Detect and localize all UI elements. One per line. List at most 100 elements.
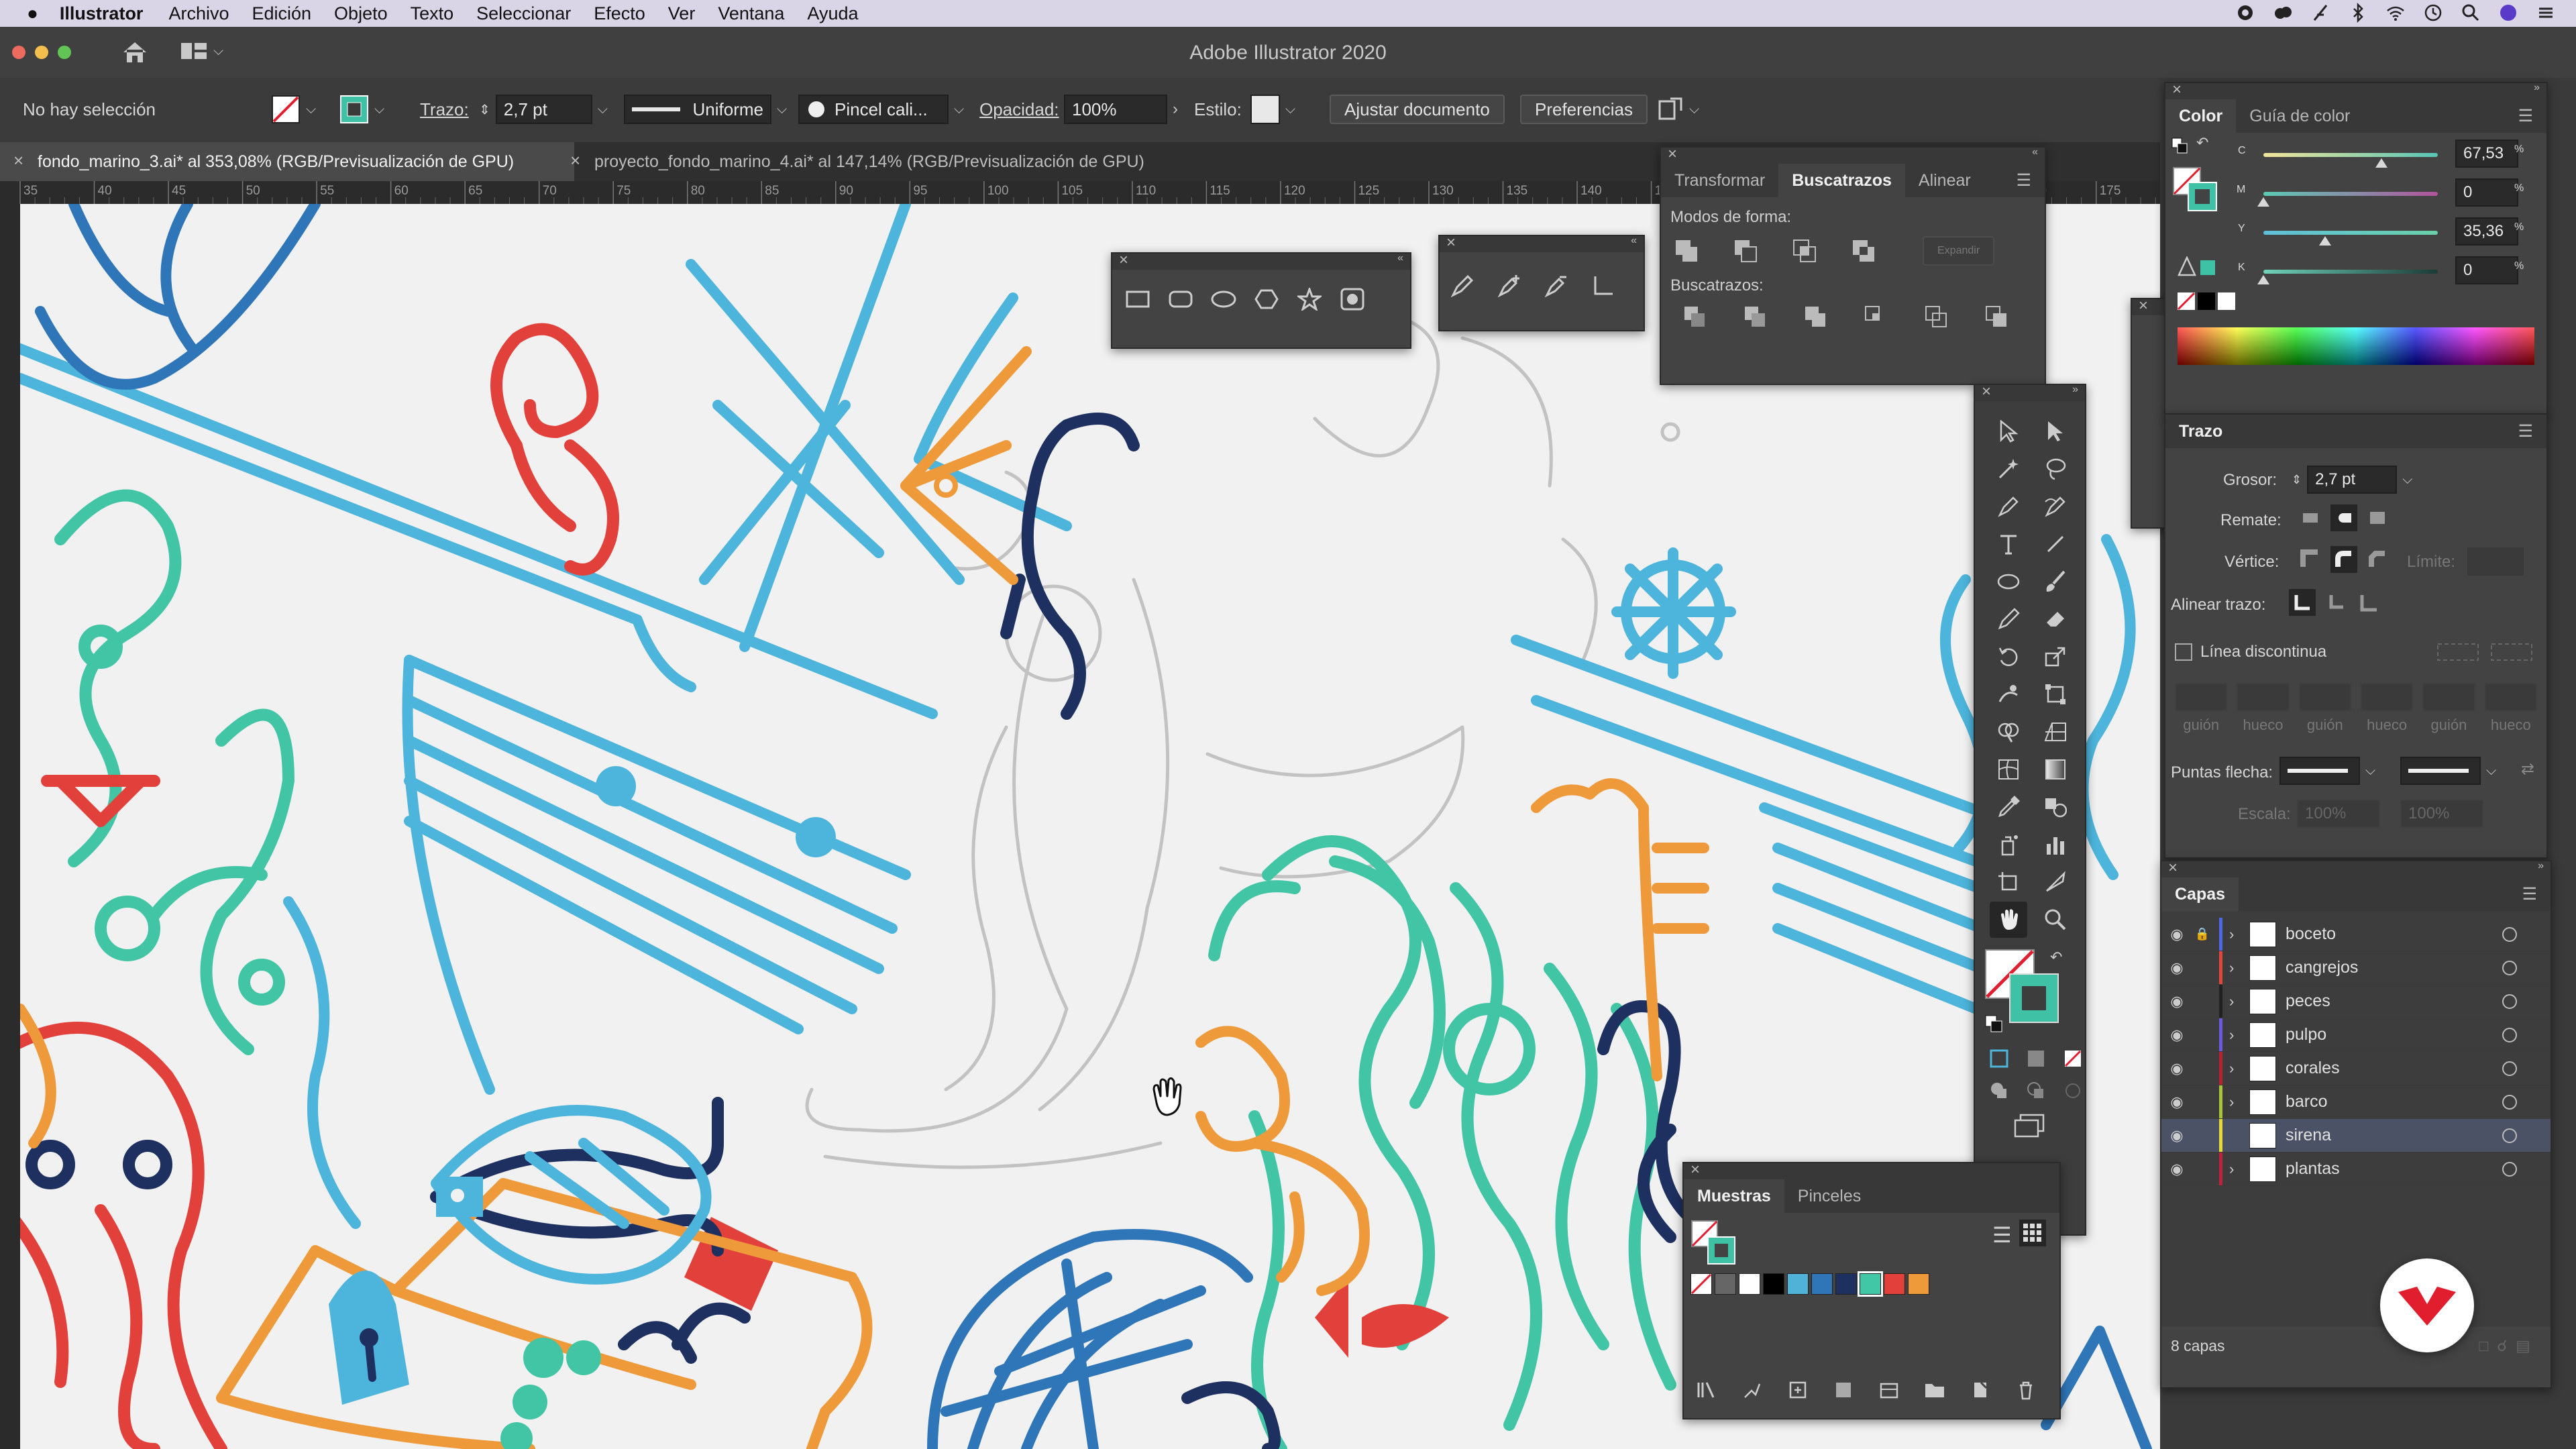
menu-texto[interactable]: Texto — [411, 3, 454, 24]
apple-icon[interactable]: ● — [27, 3, 38, 24]
panel-header[interactable]: × « — [1112, 251, 1410, 270]
new-swatch-icon[interactable] — [1967, 1377, 1994, 1403]
menu-objeto[interactable]: Objeto — [334, 3, 388, 24]
target-circle-icon[interactable] — [2502, 994, 2517, 1009]
swatch-navy[interactable] — [1835, 1273, 1857, 1295]
menu-ayuda[interactable]: Ayuda — [807, 3, 858, 24]
expand-layer-icon[interactable]: › — [2229, 993, 2249, 1010]
layer-row-pulpo[interactable]: ◉ › pulpo — [2161, 1018, 2551, 1052]
dashed-line-toggle[interactable]: Línea discontinua — [2175, 643, 2326, 661]
layer-row-boceto[interactable]: ◉ 🔒 › boceto — [2161, 918, 2551, 951]
arrange-documents[interactable]: ⌵ — [1657, 94, 1699, 125]
color-mode-icon[interactable] — [1987, 1045, 2012, 1072]
stroke-teal-swatch[interactable] — [2008, 973, 2062, 1026]
draw-behind-icon[interactable] — [2024, 1077, 2049, 1104]
type-tool-icon[interactable] — [1990, 526, 2027, 562]
pen-tool-icon[interactable] — [1449, 272, 1476, 299]
channel-m-slider[interactable] — [2263, 192, 2438, 196]
fill-stroke-color-preview[interactable] — [2172, 166, 2219, 213]
menu-archivo[interactable]: Archivo — [168, 3, 229, 24]
gradient-mode-icon[interactable] — [2024, 1045, 2049, 1072]
close-panel-icon[interactable]: × — [1982, 382, 1991, 401]
divide-icon[interactable] — [1681, 303, 1708, 330]
gradient-tool-icon[interactable] — [2037, 751, 2074, 788]
swatch-white[interactable] — [1739, 1273, 1760, 1295]
align-center-icon[interactable] — [2289, 589, 2316, 616]
end-arrowhead-select[interactable]: ⌵ — [2400, 757, 2496, 785]
visibility-eye-icon[interactable]: ◉ — [2161, 926, 2192, 943]
line-tool-icon[interactable] — [2037, 526, 2074, 562]
menu-seleccionar[interactable]: Seleccionar — [476, 3, 571, 24]
curvature-tool-icon[interactable] — [2037, 488, 2074, 525]
screen-mode-icon[interactable] — [1975, 1104, 2085, 1138]
anchor-point-tool-icon[interactable] — [1590, 272, 1617, 299]
swap-fill-stroke-icon[interactable]: ↶ — [2050, 949, 2062, 966]
fill-stroke-preview[interactable] — [1690, 1220, 1737, 1267]
swatch-blue[interactable] — [1811, 1273, 1833, 1295]
collapse-panel-icon[interactable]: « — [1631, 235, 1637, 247]
close-panel-icon[interactable]: × — [1446, 233, 1456, 252]
align-inside-icon[interactable] — [2322, 589, 2349, 616]
layer-row-peces[interactable]: ◉ › peces — [2161, 985, 2551, 1018]
tab-color[interactable]: Color — [2165, 99, 2237, 133]
perspective-grid-tool-icon[interactable] — [2037, 714, 2074, 750]
collapse-panel-icon[interactable]: » — [2538, 860, 2544, 872]
stroke-swatch[interactable]: ⌵ — [339, 94, 384, 125]
swap-colors-icon[interactable]: ↶ — [2196, 134, 2208, 152]
visibility-eye-icon[interactable]: ◉ — [2161, 1127, 2192, 1144]
swatch-red[interactable] — [1884, 1273, 1905, 1295]
weight-input[interactable]: 2,7 pt — [2307, 466, 2398, 494]
panel-menu-icon[interactable]: ☰ — [2505, 415, 2546, 448]
expand-layer-icon[interactable]: › — [2229, 1093, 2249, 1111]
free-transform-tool-icon[interactable] — [2037, 676, 2074, 712]
chevron-down-icon[interactable]: ⌵ — [598, 102, 608, 117]
tab-transformar[interactable]: Transformar — [1661, 164, 1778, 197]
weight-field[interactable]: ⇕ 2,7 pt ⌵ — [2292, 466, 2412, 494]
collapse-panel-icon[interactable]: » — [2534, 82, 2540, 94]
tab-muestras[interactable]: Muestras — [1684, 1179, 1784, 1213]
lock-icon[interactable]: 🔒 — [2192, 927, 2212, 941]
start-scale-input[interactable]: 100% — [2297, 800, 2380, 828]
expand-layer-icon[interactable]: › — [2229, 1060, 2249, 1077]
tab-proyecto-fondo-marino-4[interactable]: × proyecto_fondo_marino_4.ai* al 147,14%… — [557, 142, 1198, 181]
panel-header[interactable]: × — [1684, 1161, 2059, 1179]
swatch-libraries-icon[interactable] — [1693, 1377, 1720, 1403]
butt-cap-icon[interactable] — [2297, 504, 2324, 531]
layer-row-barco[interactable]: ◉ › barco — [2161, 1085, 2551, 1119]
visibility-eye-icon[interactable]: ◉ — [2161, 1161, 2192, 1178]
record-icon[interactable] — [2235, 3, 2255, 23]
crop-icon[interactable] — [1862, 303, 1889, 330]
user-avatar-icon[interactable] — [2498, 3, 2518, 23]
selection-tool-icon[interactable] — [1990, 413, 2027, 449]
draw-normal-icon[interactable] — [1987, 1077, 2012, 1104]
zoom-tool-icon[interactable] — [2037, 902, 2074, 938]
minus-front-icon[interactable] — [1732, 237, 1759, 264]
stroke-panel-title[interactable]: Trazo — [2165, 415, 2237, 448]
paintbrush-tool-icon[interactable] — [2037, 564, 2074, 600]
channel-c-input[interactable]: 67,53 — [2455, 140, 2518, 168]
close-tab-icon[interactable]: × — [570, 150, 580, 171]
new-color-group-icon[interactable] — [1876, 1377, 1902, 1403]
ellipse-tool-icon[interactable] — [1990, 564, 2027, 600]
default-colors-icon[interactable] — [2171, 137, 2191, 157]
collapse-panel-icon[interactable]: » — [2072, 384, 2078, 396]
channel-c-slider[interactable] — [2263, 153, 2438, 157]
gap-input-1[interactable] — [2237, 683, 2290, 711]
ellipse-tool-icon[interactable] — [1210, 286, 1237, 313]
gap-input-2[interactable] — [2360, 683, 2414, 711]
menu-edicion[interactable]: Edición — [252, 3, 311, 24]
draw-inside-icon[interactable] — [2060, 1077, 2085, 1104]
target-circle-icon[interactable] — [2502, 1094, 2517, 1110]
slice-tool-icon[interactable] — [2037, 864, 2074, 900]
rectangle-tool-icon[interactable] — [1124, 286, 1151, 313]
unite-icon[interactable] — [1673, 237, 1700, 264]
layer-row-corales[interactable]: ◉ › corales — [2161, 1052, 2551, 1085]
symbol-sprayer-tool-icon[interactable] — [1990, 826, 2027, 863]
visibility-eye-icon[interactable]: ◉ — [2161, 1026, 2192, 1044]
direct-selection-tool-icon[interactable] — [2037, 413, 2074, 449]
panel-header[interactable]: × « — [1661, 145, 2045, 164]
visibility-eye-icon[interactable]: ◉ — [2161, 1060, 2192, 1077]
opacity-label[interactable]: Opacidad: — [979, 94, 1059, 125]
channel-k-slider[interactable] — [2263, 270, 2438, 274]
close-panel-icon[interactable]: × — [2172, 80, 2182, 99]
